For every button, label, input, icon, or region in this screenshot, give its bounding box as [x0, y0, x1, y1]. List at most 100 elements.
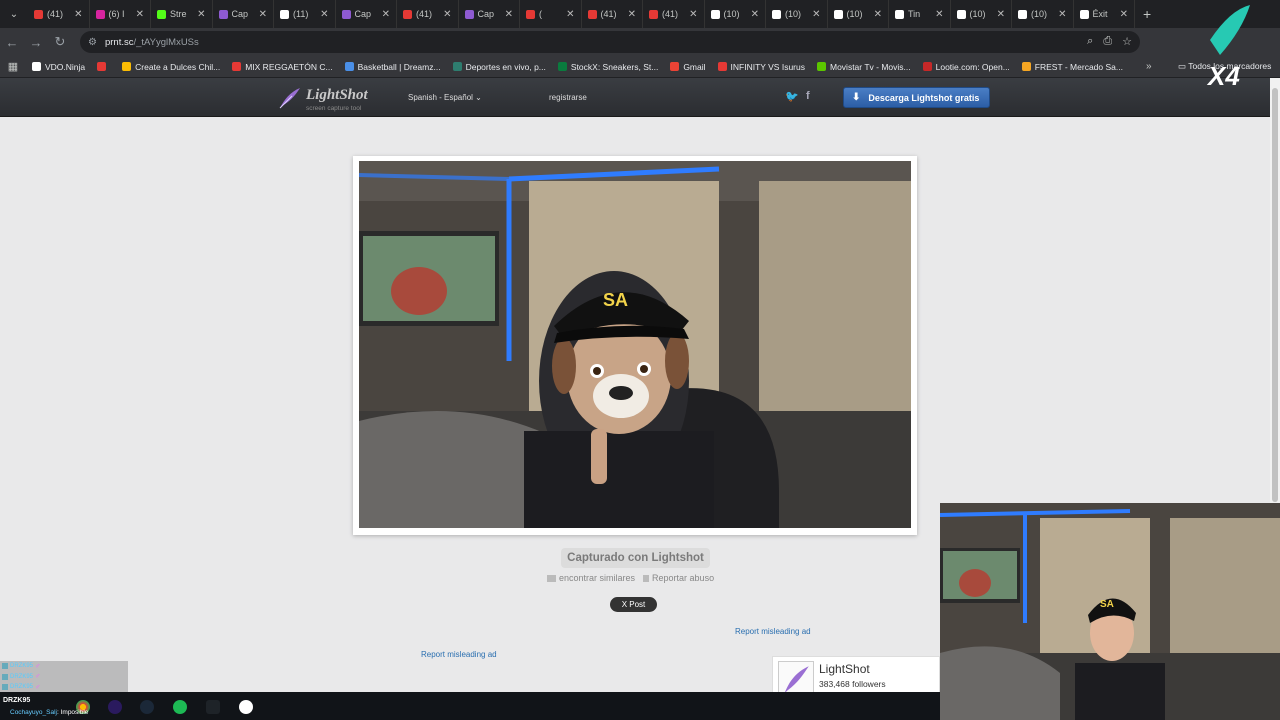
captured-image[interactable]: SA: [359, 161, 911, 528]
close-tab-icon[interactable]: ✕: [812, 9, 820, 20]
bookmark-item[interactable]: FREST - Mercado Sa...: [1016, 62, 1129, 72]
close-tab-icon[interactable]: ✕: [566, 9, 574, 20]
tab-favicon-icon: [956, 9, 966, 19]
close-tab-icon[interactable]: ✕: [136, 9, 144, 20]
tab-favicon-icon: [218, 9, 228, 19]
browser-tab[interactable]: (41) ✕: [643, 0, 705, 28]
bookmark-item[interactable]: MIX REGGAETÓN C...: [226, 62, 338, 72]
tab-favicon-icon: [587, 9, 597, 19]
tab-search-icon[interactable]: ⌄: [0, 0, 28, 28]
x-post-button[interactable]: X Post: [610, 597, 657, 612]
browser-tab[interactable]: Cap ✕: [459, 0, 520, 28]
chat-line: Cochayuyo_Salj: Imposible: [10, 709, 89, 716]
find-similar-link[interactable]: encontrar similares: [547, 573, 635, 583]
browser-tab[interactable]: (41) ✕: [397, 0, 459, 28]
tab-title: Cap: [354, 9, 372, 19]
bookmark-item[interactable]: VDO.Ninja: [26, 62, 91, 72]
close-tab-icon[interactable]: ✕: [259, 9, 267, 20]
bookmark-item[interactable]: Lootie.com: Open...: [917, 62, 1016, 72]
site-info-icon[interactable]: ⚙: [88, 37, 97, 48]
tab-title: Cap: [231, 9, 249, 19]
tab-strip: ⌄ (41) ✕ (6) I ✕ Stre ✕ Cap ✕ (11) ✕ Cap ✕ (41) ✕ Cap ✕…: [0, 0, 1280, 28]
browser-tab[interactable]: (11) ✕: [274, 0, 336, 28]
captured-image-frame: SA: [353, 156, 917, 535]
tab-title: (41): [416, 9, 433, 19]
steam-icon[interactable]: [140, 700, 154, 714]
close-tab-icon[interactable]: ✕: [382, 9, 390, 20]
close-tab-icon[interactable]: ✕: [197, 9, 205, 20]
bookmark-item[interactable]: Gmail: [664, 62, 711, 72]
image-icon: [547, 575, 556, 582]
browser-tab[interactable]: Stre ✕: [151, 0, 213, 28]
report-abuse-link[interactable]: Reportar abuso: [643, 573, 714, 583]
close-tab-icon[interactable]: ✕: [505, 9, 513, 20]
browser-tab[interactable]: Cap ✕: [336, 0, 397, 28]
obs-icon[interactable]: [239, 700, 253, 714]
bookmark-item[interactable]: Basketball | Dreamz...: [339, 62, 447, 72]
spotify-icon[interactable]: [173, 700, 187, 714]
language-select[interactable]: Spanish - Español ⌄: [408, 93, 482, 102]
scrollbar-thumb[interactable]: [1272, 88, 1278, 502]
register-link[interactable]: registrarse: [549, 93, 587, 102]
browser-tab[interactable]: (41) ✕: [582, 0, 643, 28]
browser-tab[interactable]: (10) ✕: [828, 0, 889, 28]
more-bookmarks-icon[interactable]: »: [1146, 61, 1152, 72]
browser-tab[interactable]: Éxit ✕: [1074, 0, 1135, 28]
bookmark-favicon-icon: [122, 62, 132, 71]
bookmark-item[interactable]: [91, 62, 116, 72]
bookmark-item[interactable]: INFINITY VS Isurus: [712, 62, 811, 72]
chat-row: DRZK95 ♂: [0, 661, 128, 672]
browser-tab[interactable]: (10) ✕: [951, 0, 1012, 28]
report-misleading-ad-link[interactable]: Report misleading ad: [735, 627, 811, 636]
zoom-icon[interactable]: ⌕: [1087, 35, 1093, 48]
report-misleading-ad-link[interactable]: Report misleading ad: [421, 650, 497, 659]
league-icon[interactable]: [206, 700, 220, 714]
reload-icon[interactable]: ↻: [48, 34, 72, 50]
close-tab-icon[interactable]: ✕: [874, 9, 882, 20]
discord-icon[interactable]: [108, 700, 122, 714]
tab-favicon-icon: [649, 9, 658, 19]
bookmark-item[interactable]: StockX: Sneakers, St...: [552, 62, 664, 72]
apps-grid-icon[interactable]: ▦: [0, 60, 26, 73]
close-tab-icon[interactable]: ✕: [997, 9, 1005, 20]
bookmark-favicon-icon: [717, 62, 727, 71]
bookmark-star-icon[interactable]: ☆: [1122, 35, 1132, 48]
close-tab-icon[interactable]: ✕: [1120, 9, 1128, 20]
close-tab-icon[interactable]: ✕: [1058, 9, 1066, 20]
close-tab-icon[interactable]: ✕: [320, 9, 328, 20]
address-bar[interactable]: ⚙ prnt.sc/_tAYyglMxUSs ⌕ ⎙ ☆: [80, 31, 1140, 53]
close-tab-icon[interactable]: ✕: [935, 9, 943, 20]
bookmark-item[interactable]: Movistar Tv - Movis...: [811, 62, 917, 72]
tab-favicon-icon: [526, 9, 535, 19]
close-tab-icon[interactable]: ✕: [443, 9, 451, 20]
new-tab-button[interactable]: +: [1135, 6, 1159, 22]
back-icon[interactable]: ←: [0, 35, 24, 50]
bookmark-item[interactable]: Create a Dulces Chil...: [116, 62, 226, 72]
browser-tab[interactable]: (✕: [520, 0, 582, 28]
bookmark-item[interactable]: Deportes en vivo, p...: [447, 62, 552, 72]
close-tab-icon[interactable]: ✕: [689, 9, 697, 20]
close-tab-icon[interactable]: ✕: [751, 9, 759, 20]
bookmark-label: StockX: Sneakers, St...: [570, 61, 659, 72]
browser-tab[interactable]: Tin ✕: [889, 0, 951, 28]
close-tab-icon[interactable]: ✕: [628, 9, 636, 20]
close-tab-icon[interactable]: ✕: [74, 9, 82, 20]
url-text[interactable]: prnt.sc/_tAYyglMxUSs: [105, 37, 199, 48]
browser-tab[interactable]: (6) I ✕: [90, 0, 151, 28]
bookmark-favicon-icon: [232, 62, 242, 71]
browser-tab[interactable]: (10) ✕: [766, 0, 828, 28]
install-icon[interactable]: ⎙: [1103, 35, 1112, 48]
browser-tab[interactable]: Cap ✕: [213, 0, 274, 28]
lightshot-logo[interactable]: LightShot screen capture tool: [278, 84, 388, 112]
download-button[interactable]: ⬇ Descarga Lightshot gratis: [843, 87, 990, 108]
browser-tab[interactable]: (10) ✕: [705, 0, 766, 28]
facebook-icon[interactable]: f: [806, 90, 810, 102]
bookmark-favicon-icon: [557, 62, 567, 71]
browser-tab[interactable]: (10) ✕: [1012, 0, 1074, 28]
browser-tab[interactable]: (41) ✕: [28, 0, 90, 28]
forward-icon[interactable]: →: [24, 35, 48, 50]
facebook-page-card[interactable]: LightShot 383,468 followers: [772, 656, 940, 697]
twitter-icon[interactable]: 🐦: [785, 90, 799, 103]
webcam-feed: SA: [940, 503, 1280, 720]
bookmark-label: VDO.Ninja: [45, 61, 86, 72]
